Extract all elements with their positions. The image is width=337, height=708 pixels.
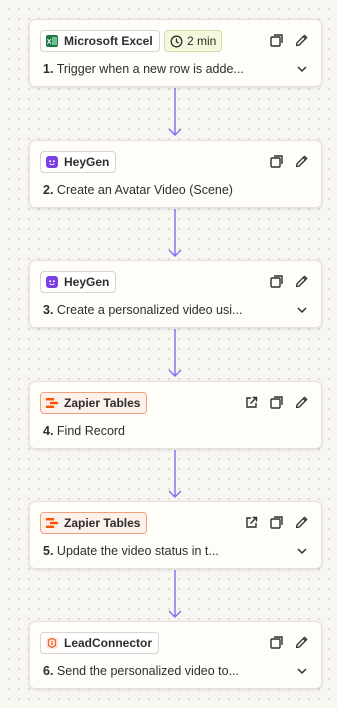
step-title-text: Trigger when a new row is adde...: [56, 62, 244, 76]
step-number: 1.: [43, 62, 54, 76]
copy-icon[interactable]: [268, 394, 284, 410]
heygen-icon: [45, 155, 59, 169]
step-title-text: Send the personalized video to...: [56, 664, 239, 678]
step-title: 6. Send the personalized video to...: [43, 664, 293, 678]
app-name: LeadConnector: [64, 636, 153, 650]
connector-arrow: [168, 450, 182, 498]
step-card[interactable]: Zapier Tables 5. Update the video status…: [29, 501, 322, 569]
step-number: 5.: [43, 544, 54, 558]
step-number: 2.: [43, 183, 54, 197]
app-chip[interactable]: Zapier Tables: [40, 512, 148, 534]
app-chip[interactable]: X Microsoft Excel: [40, 30, 160, 52]
step-card[interactable]: X Microsoft Excel 2 min 1. Trigger when …: [29, 19, 322, 87]
chevron-down-icon[interactable]: [296, 304, 308, 316]
connector-arrow: [168, 88, 182, 136]
chevron-down-icon[interactable]: [296, 63, 308, 75]
zapier-tables-icon: [45, 396, 59, 410]
connector-arrow: [168, 570, 182, 618]
connector-arrow: [168, 209, 182, 257]
edit-pencil-icon[interactable]: [293, 32, 309, 48]
step-title: 2. Create an Avatar Video (Scene): [43, 183, 293, 197]
chevron-down-icon[interactable]: [296, 665, 308, 677]
app-name: HeyGen: [64, 155, 110, 169]
external-link-icon[interactable]: [243, 394, 259, 410]
connector-arrow: [168, 329, 182, 377]
edit-pencil-icon[interactable]: [293, 153, 309, 169]
step-number: 6.: [43, 664, 54, 678]
app-chip[interactable]: HeyGen: [40, 151, 117, 173]
step-title-text: Find Record: [56, 424, 126, 438]
copy-icon[interactable]: [268, 514, 284, 530]
step-card[interactable]: HeyGen 2. Create an Avatar Video (Scene): [29, 140, 322, 208]
step-title: 5. Update the video status in t...: [43, 544, 293, 558]
heygen-icon: [45, 275, 59, 289]
app-name: HeyGen: [64, 275, 110, 289]
app-name: Zapier Tables: [64, 516, 141, 530]
edit-pencil-icon[interactable]: [293, 514, 309, 530]
copy-icon[interactable]: [268, 153, 284, 169]
copy-icon[interactable]: [268, 32, 284, 48]
time-badge-label: 2 min: [187, 34, 217, 48]
app-chip[interactable]: Zapier Tables: [40, 392, 148, 414]
copy-icon[interactable]: [268, 634, 284, 650]
clock-icon: [169, 34, 183, 48]
step-number: 4.: [43, 424, 54, 438]
step-title: 1. Trigger when a new row is adde...: [43, 62, 293, 76]
step-title-text: Create an Avatar Video (Scene): [56, 183, 233, 197]
app-chip[interactable]: LeadConnector: [40, 632, 160, 654]
zapier-tables-icon: [45, 516, 59, 530]
time-badge: 2 min: [164, 30, 223, 52]
app-name: Zapier Tables: [64, 396, 141, 410]
app-name: Microsoft Excel: [64, 34, 153, 48]
step-card[interactable]: Zapier Tables 4. Find Record: [29, 381, 322, 449]
app-chip[interactable]: HeyGen: [40, 271, 117, 293]
step-card[interactable]: LeadConnector 6. Send the personalized v…: [29, 621, 322, 689]
step-title-text: Update the video status in t...: [56, 544, 219, 558]
step-title: 3. Create a personalized video usi...: [43, 303, 293, 317]
svg-text:X: X: [47, 39, 52, 46]
step-title: 4. Find Record: [43, 424, 293, 438]
excel-icon: X: [45, 34, 59, 48]
step-number: 3.: [43, 303, 54, 317]
external-link-icon[interactable]: [243, 514, 259, 530]
copy-icon[interactable]: [268, 273, 284, 289]
edit-pencil-icon[interactable]: [293, 394, 309, 410]
step-card[interactable]: HeyGen 3. Create a personalized video us…: [29, 260, 322, 328]
step-title-text: Create a personalized video usi...: [56, 303, 243, 317]
leadconnector-icon: [45, 636, 59, 650]
edit-pencil-icon[interactable]: [293, 273, 309, 289]
chevron-down-icon[interactable]: [296, 545, 308, 557]
edit-pencil-icon[interactable]: [293, 634, 309, 650]
